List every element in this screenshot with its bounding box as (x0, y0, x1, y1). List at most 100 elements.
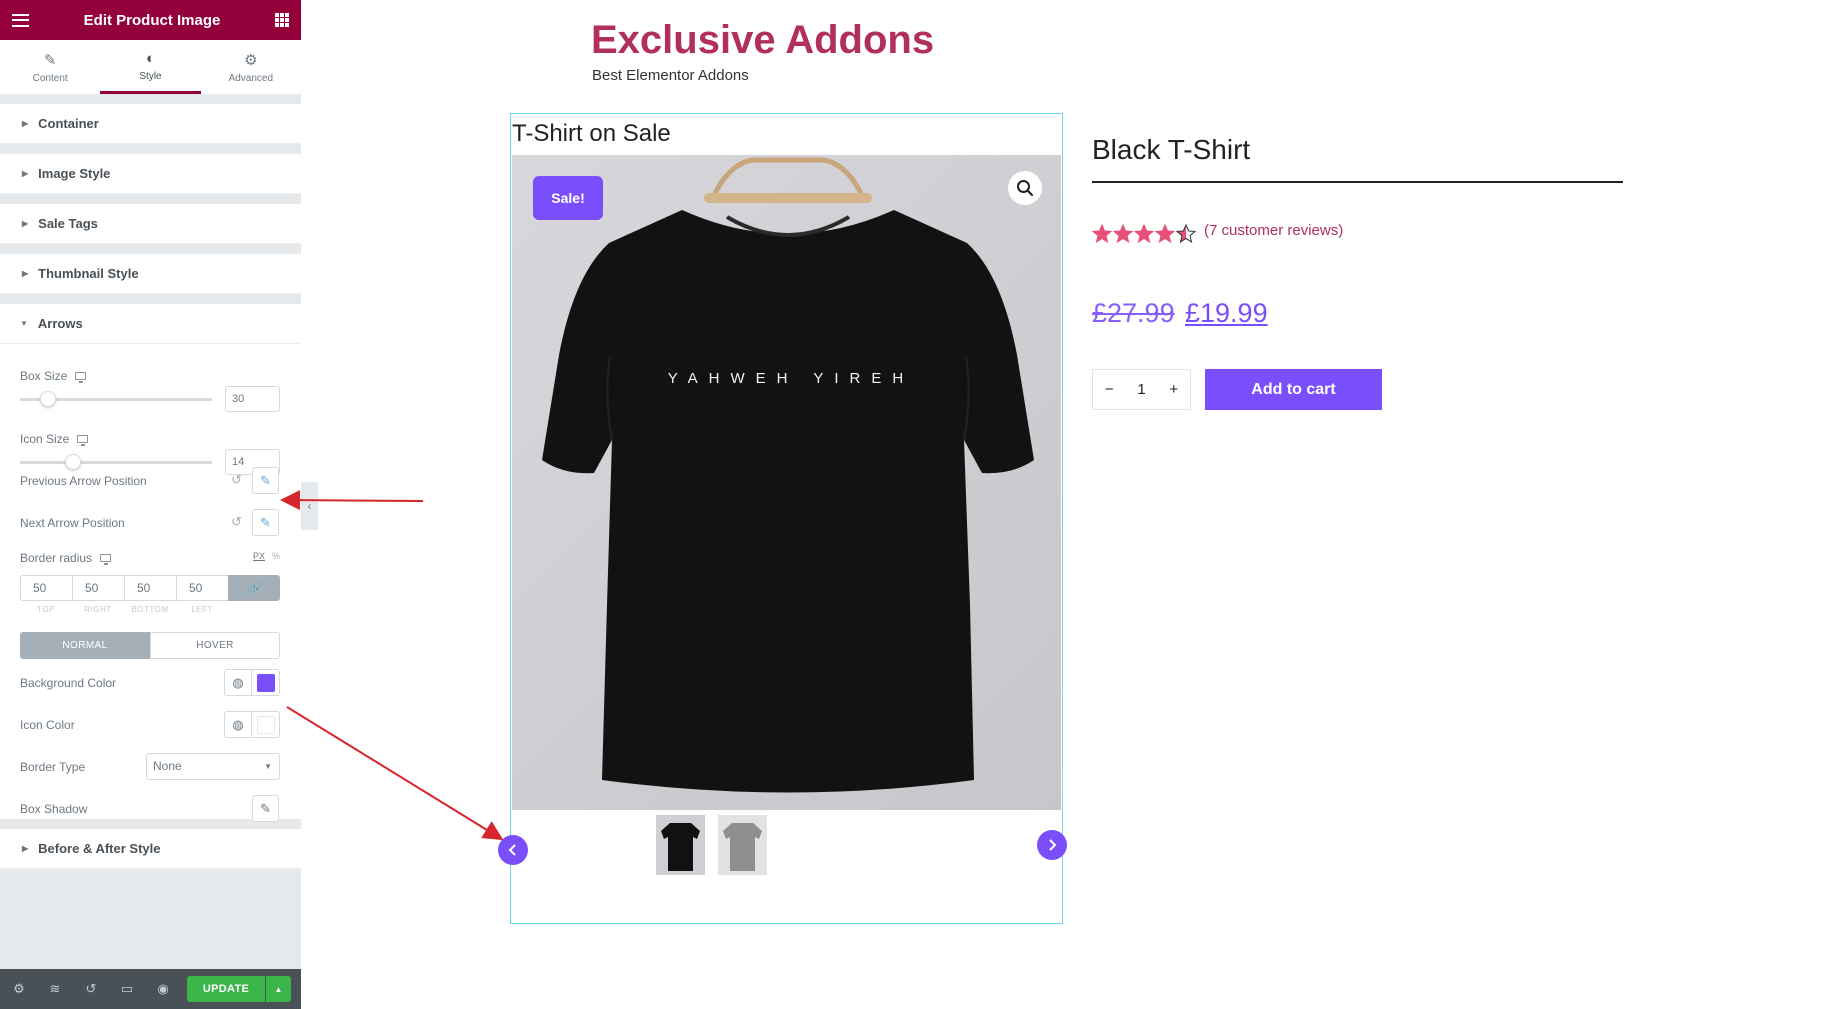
black-tshirt-thumb (661, 823, 700, 871)
next-arrow-button[interactable] (1037, 830, 1067, 860)
icon-color-swatch[interactable] (252, 712, 279, 737)
quantity-stepper[interactable]: − 1 + (1092, 369, 1191, 410)
increase-quantity-button[interactable]: + (1169, 381, 1178, 398)
editor-header: Edit Product Image (0, 0, 301, 40)
half-circle-icon: ◐ (145, 49, 156, 67)
background-color-picker: ◍ (224, 669, 280, 696)
radius-left-label: LEFT (191, 605, 213, 614)
star-icon (1155, 224, 1175, 244)
add-to-cart-button[interactable]: Add to cart (1205, 369, 1382, 410)
icon-color-label: Icon Color (20, 718, 75, 732)
thumbnail-grey[interactable] (718, 815, 767, 875)
section-label: Sale Tags (38, 216, 98, 231)
icon-size-label: Icon Size (20, 432, 70, 446)
annotation-arrow-background (286, 706, 504, 841)
quantity-input[interactable]: 1 (1137, 381, 1145, 398)
section-sale-tags[interactable]: ▶ Sale Tags (0, 204, 301, 244)
update-button[interactable]: UPDATE (187, 976, 265, 1002)
panel-title: Edit Product Image (83, 11, 221, 29)
desktop-icon[interactable] (100, 554, 112, 565)
update-options-button[interactable]: ▲ (266, 976, 291, 1002)
responsive-icon[interactable]: ▭ (118, 981, 136, 997)
reviews-link[interactable]: (7 customer reviews) (1204, 222, 1343, 239)
star-rating (1092, 224, 1196, 244)
radius-right: 50 RIGHT (72, 575, 124, 614)
edit-prev-position-button[interactable]: ✎ (252, 467, 279, 494)
border-radius-inputs: 50 TOP 50 RIGHT 50 BOTTOM 50 LEFT 🔗 (0, 575, 301, 615)
tab-label: Advanced (228, 72, 274, 84)
panel-tabs: ✎ Content ◐ Style ⚙ Advanced (0, 40, 301, 95)
icon-size-slider[interactable] (20, 461, 212, 464)
section-container[interactable]: ▶ Container (0, 104, 301, 144)
globe-icon[interactable]: ◍ (225, 670, 252, 695)
site-title[interactable]: Exclusive Addons (591, 18, 934, 63)
preview-eye-icon[interactable]: ◉ (154, 981, 172, 997)
reset-icon[interactable]: ↺ (231, 514, 242, 530)
unit-px[interactable]: PX (253, 551, 265, 561)
sale-price: £19.99 (1185, 298, 1268, 328)
box-size-input[interactable]: 30 (225, 386, 280, 412)
icon-size-slider-handle[interactable] (65, 454, 81, 470)
collapse-panel-button[interactable]: ‹ (301, 482, 318, 530)
section-label: Container (38, 116, 99, 131)
box-size-slider-handle[interactable] (40, 391, 56, 407)
caret-right-icon: ▶ (22, 119, 29, 128)
section-before-after-style[interactable]: ▶ Before & After Style (0, 829, 301, 869)
tab-style[interactable]: ◐ Style (100, 40, 201, 94)
tab-advanced[interactable]: ⚙ Advanced (201, 40, 301, 94)
state-normal-tab[interactable]: NORMAL (20, 632, 150, 659)
settings-icon[interactable]: ⚙ (10, 981, 28, 997)
grey-tshirt-thumb (723, 823, 762, 871)
border-type-select[interactable]: None ▼ (146, 753, 280, 780)
tab-content[interactable]: ✎ Content (0, 40, 100, 94)
layers-icon[interactable]: ≋ (46, 981, 64, 997)
chevron-left-icon (508, 844, 516, 856)
radius-bottom-input[interactable]: 50 (124, 575, 176, 601)
icon-color-picker: ◍ (224, 711, 280, 738)
desktop-icon[interactable] (75, 372, 87, 383)
radius-top-label: TOP (37, 605, 55, 614)
product-image-widget[interactable]: T-Shirt on Sale YAHWEH YIREH Sale! (498, 113, 1067, 924)
state-tabs: NORMAL HOVER (20, 632, 280, 659)
edit-next-position-button[interactable]: ✎ (252, 509, 279, 536)
unit-percent[interactable]: % (272, 551, 280, 561)
editor-panel: Edit Product Image ✎ Content ◐ Style ⚙ A… (0, 0, 301, 1009)
prev-arrow-position-label: Previous Arrow Position (20, 474, 147, 488)
editor-footer: ⚙ ≋ ↺ ▭ ◉ UPDATE ▲ (0, 969, 301, 1009)
link-values-button[interactable]: 🔗 (228, 575, 280, 601)
globe-icon[interactable]: ◍ (225, 712, 252, 737)
prev-arrow-button[interactable] (498, 835, 528, 865)
section-arrows-panel: ▼ Arrows Box Size 30 Icon Size 14 Previo… (0, 304, 301, 822)
section-label: Before & After Style (38, 841, 161, 856)
history-icon[interactable]: ↺ (82, 981, 100, 997)
star-icon (1134, 224, 1154, 244)
radius-bottom-label: BOTTOM (131, 605, 169, 614)
zoom-button[interactable] (1008, 171, 1042, 205)
radius-left-input[interactable]: 50 (176, 575, 228, 601)
radius-right-input[interactable]: 50 (72, 575, 124, 601)
border-type-value: None (153, 759, 182, 773)
product-main-image[interactable]: YAHWEH YIREH Sale! (512, 155, 1061, 810)
section-label: Image Style (38, 166, 111, 181)
caret-right-icon: ▶ (22, 269, 29, 278)
section-thumbnail-style[interactable]: ▶ Thumbnail Style (0, 254, 301, 294)
menu-icon[interactable] (12, 13, 29, 27)
section-arrows[interactable]: ▼ Arrows (0, 304, 301, 344)
tshirt-image: YAHWEH YIREH (542, 157, 1034, 793)
sale-badge: Sale! (533, 176, 603, 220)
widgets-grid-icon[interactable] (275, 13, 289, 27)
edit-box-shadow-button[interactable]: ✎ (252, 795, 279, 822)
radius-top-input[interactable]: 50 (20, 575, 72, 601)
reset-icon[interactable]: ↺ (231, 472, 242, 488)
decrease-quantity-button[interactable]: − (1105, 381, 1114, 398)
product-title: Black T-Shirt (1092, 134, 1251, 165)
thumbnail-black[interactable] (656, 815, 705, 875)
star-icon (1176, 224, 1196, 244)
background-color-swatch[interactable] (252, 670, 279, 695)
state-hover-tab[interactable]: HOVER (150, 632, 280, 659)
desktop-icon[interactable] (77, 435, 89, 446)
section-image-style[interactable]: ▶ Image Style (0, 154, 301, 194)
pencil-icon: ✎ (43, 51, 57, 69)
chevron-right-icon (1049, 839, 1057, 851)
caret-right-icon: ▶ (22, 844, 29, 853)
